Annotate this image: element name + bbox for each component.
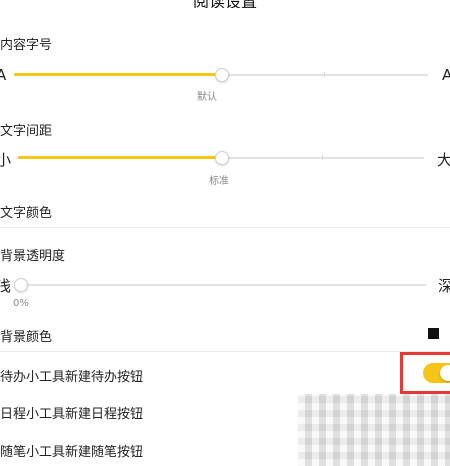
font-size-max-label: A — [442, 66, 450, 84]
bg-opacity-max-label: 深 — [438, 277, 450, 295]
letter-spacing-label: 文字间距 — [0, 124, 53, 139]
bg-opacity-value: 0% — [13, 298, 29, 309]
note-new-button-label: 随笔小工具新建随笔按钮 — [0, 445, 144, 460]
font-size-min-label: A — [0, 66, 7, 84]
slider-tick — [322, 155, 323, 160]
blurred-region — [298, 394, 450, 466]
divider — [0, 227, 450, 228]
todo-new-button-toggle[interactable] — [423, 363, 450, 383]
slider-thumb[interactable] — [215, 151, 229, 165]
letter-spacing-min-label: 小 — [0, 151, 12, 169]
schedule-new-button-label: 日程小工具新建日程按钮 — [0, 407, 144, 422]
font-size-slider[interactable] — [14, 67, 428, 87]
page-title: 阅读设置 — [150, 0, 300, 8]
bg-color-swatch[interactable] — [428, 328, 439, 339]
bg-color-label[interactable]: 背景颜色 — [0, 326, 52, 345]
text-color-label[interactable]: 文字颜色 — [0, 202, 52, 221]
letter-spacing-max-label: 大 — [437, 151, 450, 169]
slider-fill — [18, 156, 221, 159]
slider-thumb[interactable] — [215, 68, 229, 82]
slider-fill — [14, 73, 221, 76]
letter-spacing-value: 标准 — [209, 176, 229, 187]
slider-track — [14, 284, 426, 286]
todo-new-button-label: 待办小工具新建待办按钮 — [0, 370, 144, 385]
bg-opacity-min-label: 浅 — [0, 277, 12, 295]
slider-tick — [324, 72, 325, 77]
letter-spacing-slider[interactable] — [18, 149, 424, 169]
slider-thumb[interactable] — [14, 278, 28, 292]
divider — [0, 351, 450, 352]
font-size-label: 内容字号 — [0, 38, 53, 53]
font-size-value: 默认 — [197, 92, 217, 103]
bg-opacity-slider[interactable] — [14, 276, 426, 296]
toggle-knob — [440, 365, 450, 381]
bg-opacity-label: 背景透明度 — [0, 249, 66, 264]
